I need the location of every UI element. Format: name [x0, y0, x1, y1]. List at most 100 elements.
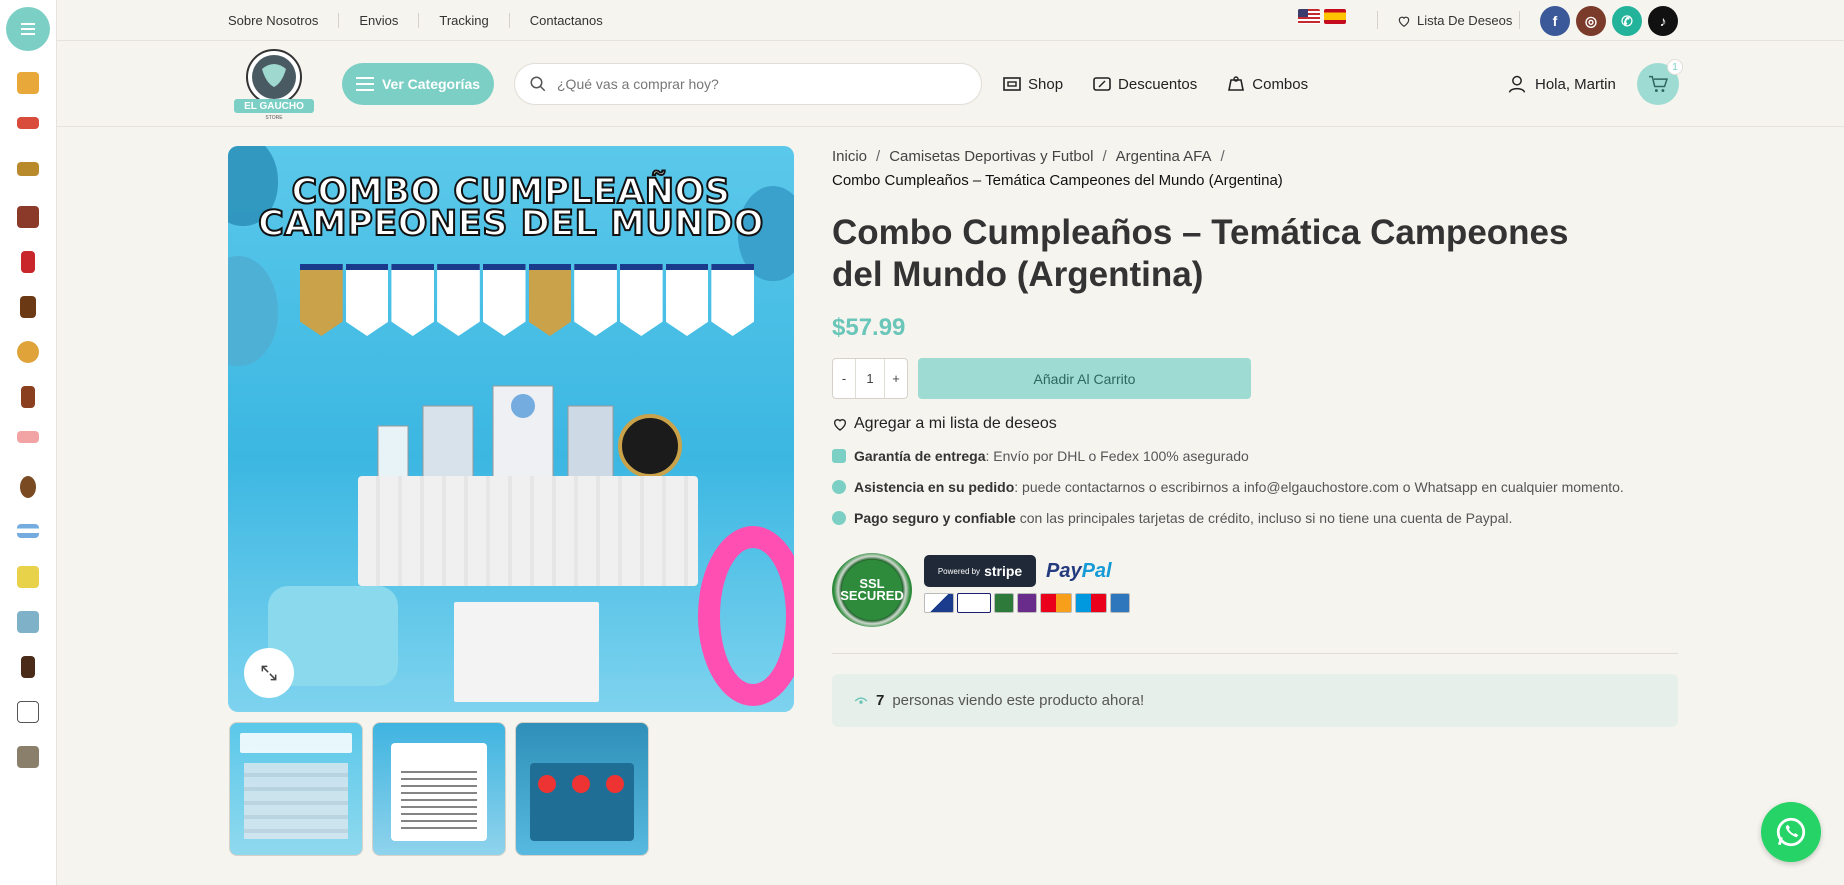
store-logo[interactable]: EL GAUCHO STORE	[228, 47, 320, 121]
trust-badges: SSL SECURED Powered by stripe PayPal	[832, 553, 1678, 633]
pennant	[619, 264, 663, 336]
nav-combos-label: Combos	[1252, 75, 1309, 93]
combo-box-icon	[1228, 76, 1245, 91]
solo-card-icon	[1017, 593, 1037, 613]
payment-methods: Powered by stripe PayPal	[924, 555, 1130, 613]
nav-descuentos[interactable]: Descuentos	[1093, 76, 1197, 93]
snacks-icon[interactable]	[17, 162, 39, 176]
bebidas-icon[interactable]	[21, 656, 35, 678]
link-tracking[interactable]: Tracking	[418, 13, 508, 28]
chocolates-icon[interactable]	[17, 206, 39, 228]
pennant	[574, 264, 617, 336]
delta-card-icon	[924, 593, 954, 613]
facebook-icon[interactable]: f	[1540, 6, 1570, 36]
pennant-banner	[300, 264, 755, 336]
yerba-icon[interactable]	[17, 341, 39, 363]
product-title: Combo Cumpleaños – Temática Campeones de…	[832, 213, 1569, 294]
top-links: Sobre Nosotros Envios Tracking Contactan…	[228, 0, 623, 41]
menu-toggle-button[interactable]	[6, 7, 50, 51]
feature-delivery: Garantía de entrega: Envío por DHL o Fed…	[832, 447, 1678, 465]
shop-icon	[1003, 77, 1021, 91]
wishlist-top-link[interactable]: Lista De Deseos	[1397, 0, 1512, 41]
caramelos-icon[interactable]	[17, 431, 39, 443]
feature-support-label: Asistencia en su pedido	[854, 479, 1015, 495]
pennant	[345, 264, 389, 336]
card-logos	[924, 593, 1130, 613]
pennant	[528, 264, 572, 336]
cart-button[interactable]: 1	[1637, 59, 1683, 105]
breadcrumb-camisetas[interactable]: Camisetas Deportivas y Futbol	[889, 148, 1093, 165]
social-links: f ◎ ✆ ♪	[1540, 6, 1678, 36]
viewers-count: 7	[876, 692, 885, 709]
pennant	[300, 264, 343, 336]
nav-combos[interactable]: Combos	[1227, 76, 1308, 93]
barras-icon[interactable]	[21, 386, 35, 408]
electron-card-icon	[994, 593, 1014, 613]
visa-card-icon	[957, 593, 991, 613]
gaucho-logo-icon: EL GAUCHO STORE	[234, 49, 314, 121]
search-input[interactable]	[557, 76, 957, 92]
camisetas-icon[interactable]	[17, 701, 39, 723]
tiktok-icon[interactable]: ♪	[1648, 6, 1678, 36]
breadcrumb-separator: /	[876, 148, 881, 165]
user-account-link[interactable]: Hola, Martin	[1507, 63, 1616, 105]
expand-image-button[interactable]	[244, 648, 294, 698]
ssl-secured-badge: SSL SECURED	[832, 553, 912, 627]
quantity-decrease-button[interactable]: -	[833, 359, 855, 398]
feature-payment-text: con las principales tarjetas de crédito,…	[1015, 510, 1513, 526]
ver-categorias-button[interactable]: Ver Categorías	[342, 63, 494, 105]
viewers-notice: 7 personas viendo este producto ahora!	[832, 674, 1678, 727]
dulce-de-leche-icon[interactable]	[20, 296, 36, 318]
feature-delivery-text: : Envío por DHL o Fedex 100% asegurado	[985, 448, 1249, 464]
combos-icon[interactable]	[17, 611, 39, 633]
libros-icon[interactable]	[17, 746, 39, 768]
link-contactanos[interactable]: Contactanos	[508, 13, 623, 28]
quantity-input[interactable]: 1	[855, 359, 885, 398]
search-icon	[530, 76, 546, 92]
breadcrumb-separator: /	[1102, 148, 1107, 165]
alfajores-icon[interactable]	[17, 72, 39, 94]
user-icon	[1508, 75, 1526, 93]
stripe-name: stripe	[984, 563, 1023, 579]
pennant	[665, 264, 709, 336]
product-price: $57.99	[832, 314, 906, 341]
link-sobre-nosotros[interactable]: Sobre Nosotros	[228, 13, 338, 28]
quesos-icon[interactable]	[17, 566, 39, 588]
link-envios[interactable]: Envios	[338, 13, 418, 28]
breadcrumb-argentina-afa[interactable]: Argentina AFA	[1116, 148, 1212, 165]
paypal-logo: PayPal	[1046, 560, 1112, 583]
us-flag-icon[interactable]	[1298, 9, 1320, 24]
image-title-line2: CAMPEONES DEL MUNDO	[257, 204, 764, 244]
add-to-cart-button[interactable]: Añadir Al Carrito	[918, 358, 1251, 399]
stripe-prefix: Powered by	[937, 566, 981, 576]
add-to-wishlist-link[interactable]: Agregar a mi lista de deseos	[832, 415, 1678, 433]
user-greeting: Hola, Martin	[1535, 75, 1616, 93]
logo-text: EL GAUCHO	[244, 101, 304, 112]
feature-payment-label: Pago seguro y confiable	[854, 510, 1016, 526]
nav-descuentos-label: Descuentos	[1118, 75, 1198, 93]
galletitas-icon[interactable]	[17, 117, 39, 129]
discount-ticket-icon	[1093, 77, 1111, 91]
mate-icon[interactable]	[20, 476, 36, 498]
tablecloth-illustration	[358, 476, 698, 586]
product-main-image[interactable]: COMBO CUMPLEAÑOS CAMPEONES DEL MUNDO	[228, 146, 794, 712]
thumbnail-3[interactable]	[515, 722, 649, 856]
add-to-wishlist-label: Agregar a mi lista de deseos	[854, 415, 1057, 432]
feature-support: Asistencia en su pedido: puede contactar…	[832, 478, 1678, 496]
instagram-icon[interactable]: ◎	[1576, 6, 1606, 36]
thumbnail-2[interactable]	[372, 722, 506, 856]
breadcrumb-inicio[interactable]: Inicio	[832, 148, 867, 165]
nav-shop[interactable]: Shop	[1003, 76, 1063, 93]
amex-card-icon	[1110, 593, 1130, 613]
thumbnail-1[interactable]	[229, 722, 363, 856]
nav-shop-label: Shop	[1028, 75, 1064, 93]
whatsapp-icon[interactable]: ✆	[1612, 6, 1642, 36]
whatsapp-chat-button[interactable]	[1761, 802, 1821, 862]
balloon-decoration	[228, 256, 278, 366]
golosinas-icon[interactable]	[21, 251, 35, 273]
thumbnail-strip	[229, 722, 649, 856]
quantity-increase-button[interactable]: +	[885, 359, 907, 398]
paypal-pay: Pay	[1046, 559, 1082, 582]
argentina-flag-icon[interactable]	[17, 524, 39, 538]
spain-flag-icon[interactable]	[1324, 9, 1346, 24]
